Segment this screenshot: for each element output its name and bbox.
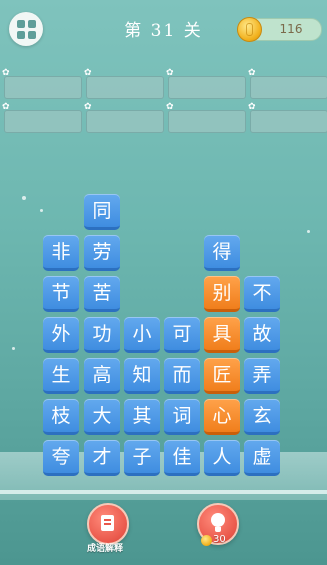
character-tile[interactable]: 劳: [84, 235, 120, 271]
flower-icon: ✿: [2, 102, 10, 112]
character-tile[interactable]: 人: [204, 440, 240, 476]
character-tile[interactable]: 苦: [84, 276, 120, 312]
character-tile[interactable]: 而: [164, 358, 200, 394]
character-tile-selected[interactable]: 别: [204, 276, 240, 312]
character-tile[interactable]: 其: [124, 399, 160, 435]
character-tile[interactable]: 知: [124, 358, 160, 394]
hint-cost: 30: [213, 534, 226, 545]
character-tile[interactable]: 小: [124, 317, 160, 353]
answer-slot[interactable]: [250, 76, 327, 99]
character-tile[interactable]: 不: [244, 276, 280, 312]
light-orb: [22, 196, 26, 200]
flower-icon: ✿: [248, 102, 256, 112]
character-tile[interactable]: 节: [43, 276, 79, 312]
answer-slot[interactable]: [168, 76, 246, 99]
answer-slot[interactable]: [250, 110, 327, 133]
character-tile[interactable]: 得: [204, 235, 240, 271]
coin-icon: [237, 17, 262, 42]
flower-icon: ✿: [84, 102, 92, 112]
answer-slot[interactable]: [86, 76, 164, 99]
answer-slot[interactable]: [86, 110, 164, 133]
character-tile[interactable]: 非: [43, 235, 79, 271]
character-tile[interactable]: 生: [43, 358, 79, 394]
lightbulb-icon: [211, 513, 225, 532]
character-tile[interactable]: 功: [84, 317, 120, 353]
book-icon: [101, 515, 114, 531]
flower-icon: ✿: [248, 68, 256, 78]
character-tile[interactable]: 夸: [43, 440, 79, 476]
flower-icon: ✿: [2, 68, 10, 78]
character-tile-selected[interactable]: 心: [204, 399, 240, 435]
character-tile[interactable]: 词: [164, 399, 200, 435]
coin-balance: 116: [237, 17, 322, 42]
character-tile[interactable]: 子: [124, 440, 160, 476]
character-tile[interactable]: 大: [84, 399, 120, 435]
answer-slot[interactable]: [4, 110, 82, 133]
idiom-explain-button[interactable]: [87, 503, 129, 545]
light-orb: [40, 209, 43, 212]
character-tile[interactable]: 枝: [43, 399, 79, 435]
flower-icon: ✿: [166, 68, 174, 78]
flower-icon: ✿: [166, 102, 174, 112]
character-tile[interactable]: 故: [244, 317, 280, 353]
tray-edge: [0, 490, 327, 494]
coin-icon: [201, 535, 212, 546]
light-orb: [307, 230, 310, 233]
character-tile[interactable]: 虚: [244, 440, 280, 476]
answer-slot[interactable]: [4, 76, 82, 99]
character-tile[interactable]: 弄: [244, 358, 280, 394]
light-orb: [12, 347, 15, 350]
character-tile-selected[interactable]: 匠: [204, 358, 240, 394]
flower-icon: ✿: [84, 68, 92, 78]
character-tile[interactable]: 可: [164, 317, 200, 353]
answer-slot[interactable]: [168, 110, 246, 133]
character-tile[interactable]: 才: [84, 440, 120, 476]
character-tile[interactable]: 外: [43, 317, 79, 353]
character-tile[interactable]: 高: [84, 358, 120, 394]
idiom-explain-label: 成语解释: [87, 544, 124, 554]
character-tile[interactable]: 佳: [164, 440, 200, 476]
character-tile[interactable]: 同: [84, 194, 120, 230]
coin-count: 116: [279, 22, 303, 36]
character-tile[interactable]: 玄: [244, 399, 280, 435]
character-tile-selected[interactable]: 具: [204, 317, 240, 353]
